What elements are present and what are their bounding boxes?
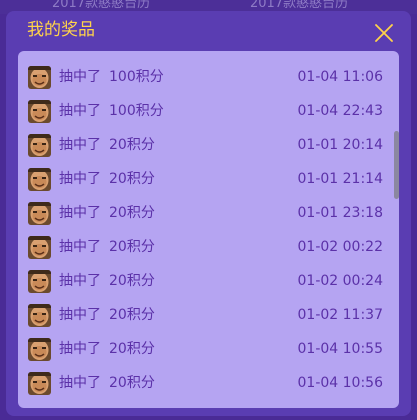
prize-time: 01-04 11:06 xyxy=(297,69,383,85)
banner-text: 2017款憨憨台历 xyxy=(52,0,151,11)
avatar xyxy=(28,372,51,395)
prize-value: 20积分 xyxy=(109,205,155,221)
prize-row: 抽中了 20积分 01-01 21:14 xyxy=(18,162,399,196)
prize-action: 抽中了 xyxy=(59,273,101,289)
prize-action: 抽中了 xyxy=(59,137,101,153)
avatar xyxy=(28,338,51,361)
prize-action: 抽中了 xyxy=(59,341,101,357)
prize-time: 01-01 23:18 xyxy=(297,205,383,221)
avatar xyxy=(28,66,51,89)
close-icon[interactable] xyxy=(374,23,394,43)
prize-action: 抽中了 xyxy=(59,239,101,255)
prize-row: 抽中了 20积分 01-02 11:37 xyxy=(18,298,399,332)
prize-row: 抽中了 20积分 01-01 23:18 xyxy=(18,196,399,230)
prize-row: 抽中了 20积分 01-02 00:24 xyxy=(18,264,399,298)
prize-row: 抽中了 100积分 01-04 22:43 xyxy=(18,94,399,128)
prize-action: 抽中了 xyxy=(59,375,101,391)
prize-time: 01-01 20:14 xyxy=(297,137,383,153)
prizes-modal: 我的奖品 抽中了 100积分 01-04 11:06 抽中了 100积分 01-… xyxy=(6,11,411,416)
prize-value: 20积分 xyxy=(109,137,155,153)
prize-value: 20积分 xyxy=(109,273,155,289)
prize-value: 20积分 xyxy=(109,239,155,255)
prize-row: 抽中了 20积分 01-04 10:55 xyxy=(18,332,399,366)
prize-value: 100积分 xyxy=(109,103,164,119)
avatar xyxy=(28,236,51,259)
prize-row: 抽中了 20积分 01-01 20:14 xyxy=(18,128,399,162)
prize-value: 20积分 xyxy=(109,307,155,323)
prize-time: 01-02 11:37 xyxy=(297,307,383,323)
prize-action: 抽中了 xyxy=(59,69,101,85)
prize-time: 01-01 21:14 xyxy=(297,171,383,187)
prize-action: 抽中了 xyxy=(59,205,101,221)
avatar xyxy=(28,168,51,191)
prize-action: 抽中了 xyxy=(59,307,101,323)
prize-value: 20积分 xyxy=(109,341,155,357)
prize-list: 抽中了 100积分 01-04 11:06 抽中了 100积分 01-04 22:4… xyxy=(18,60,399,400)
banner-text: 2017款憨憨台历 xyxy=(250,0,349,11)
prize-value: 100积分 xyxy=(109,69,164,85)
modal-header: 我的奖品 xyxy=(6,11,411,51)
prize-row: 抽中了 20积分 01-02 00:22 xyxy=(18,230,399,264)
avatar xyxy=(28,304,51,327)
prize-row: 抽中了 100积分 01-04 11:06 xyxy=(18,60,399,94)
prize-row: 抽中了 20积分 01-04 10:56 xyxy=(18,366,399,400)
scrollbar[interactable] xyxy=(394,131,399,199)
prize-time: 01-02 00:24 xyxy=(297,273,383,289)
avatar xyxy=(28,100,51,123)
avatar xyxy=(28,270,51,293)
prize-action: 抽中了 xyxy=(59,171,101,187)
prize-action: 抽中了 xyxy=(59,103,101,119)
avatar xyxy=(28,134,51,157)
avatar xyxy=(28,202,51,225)
prize-time: 01-04 10:55 xyxy=(297,341,383,357)
modal-title: 我的奖品 xyxy=(27,20,95,40)
prize-time: 01-02 00:22 xyxy=(297,239,383,255)
prize-value: 20积分 xyxy=(109,171,155,187)
prize-list-panel[interactable]: 抽中了 100积分 01-04 11:06 抽中了 100积分 01-04 22:4… xyxy=(18,51,399,408)
prize-time: 01-04 10:56 xyxy=(297,375,383,391)
prize-time: 01-04 22:43 xyxy=(297,103,383,119)
prize-value: 20积分 xyxy=(109,375,155,391)
